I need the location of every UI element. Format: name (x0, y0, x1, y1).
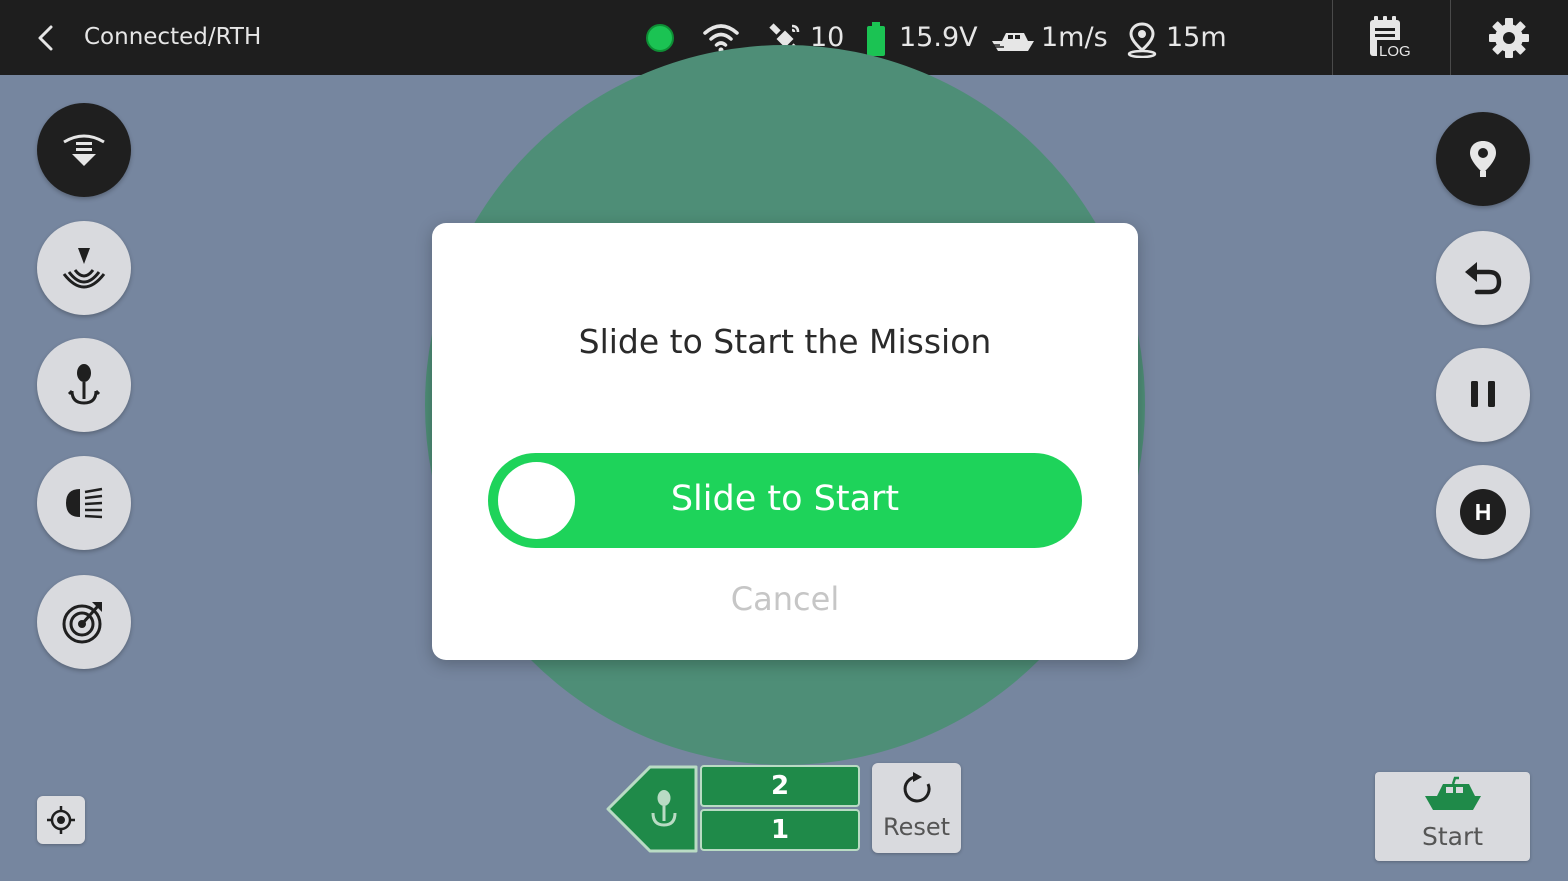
start-button[interactable]: Start (1375, 772, 1530, 861)
connection-indicator (646, 24, 674, 52)
waypoint-item[interactable]: 1 (700, 809, 860, 851)
headlight-icon (66, 487, 103, 519)
slider-label: Slide to Start (670, 479, 900, 519)
headlight-button[interactable] (37, 456, 131, 550)
gear-icon (1489, 18, 1529, 58)
drop-bait-icon (63, 134, 105, 166)
waypoint-pin-button[interactable] (1436, 112, 1530, 206)
fish-hook-button[interactable] (37, 338, 131, 432)
home-distance: 15m (1166, 22, 1227, 53)
waypoint-fish-marker[interactable] (606, 765, 698, 853)
start-mission-dialog: Slide to Start the Mission Slide to Star… (432, 223, 1138, 660)
crosshair-icon (47, 806, 75, 834)
log-icon-label: LOG (1379, 43, 1411, 60)
home-icon: H (1460, 489, 1506, 535)
sonar-button[interactable] (37, 221, 131, 315)
pause-button[interactable] (1436, 348, 1530, 442)
settings-button[interactable] (1451, 0, 1568, 75)
boat-speed-icon (992, 33, 1034, 51)
chevron-left-icon (38, 25, 53, 51)
log-icon: LOG (1370, 16, 1413, 60)
battery-voltage: 15.9V (899, 22, 978, 53)
fish-hook-icon (67, 364, 101, 405)
connection-status-title: Connected/RTH (84, 24, 262, 50)
locate-me-button[interactable] (37, 796, 85, 844)
start-label: Start (1421, 822, 1484, 851)
back-button[interactable] (30, 22, 62, 54)
location-distance-icon (1127, 22, 1157, 58)
log-button[interactable]: LOG (1333, 0, 1450, 75)
radar-icon (62, 602, 102, 644)
refresh-icon (903, 772, 931, 803)
return-button[interactable] (1436, 231, 1530, 325)
home-icon-label: H (1475, 499, 1492, 525)
boat-speed: 1m/s (1041, 22, 1108, 53)
slide-to-start-slider[interactable]: Slide to Start (488, 453, 1082, 548)
drop-bait-button[interactable] (37, 103, 131, 197)
pause-icon (1471, 381, 1495, 407)
reset-button[interactable]: Reset (872, 763, 961, 853)
home-button[interactable]: H (1436, 465, 1530, 559)
reset-label: Reset (882, 813, 951, 841)
dialog-title: Slide to Start the Mission (578, 322, 992, 361)
sonar-icon (62, 248, 106, 289)
boat-icon (1425, 776, 1481, 810)
radar-button[interactable] (37, 575, 131, 669)
battery-icon (867, 22, 885, 56)
return-arrow-icon (1465, 262, 1502, 295)
map-pin-icon (1470, 141, 1496, 177)
waypoint-item[interactable]: 2 (700, 765, 860, 807)
slider-handle[interactable] (498, 462, 575, 539)
cancel-button[interactable]: Cancel (685, 580, 885, 618)
